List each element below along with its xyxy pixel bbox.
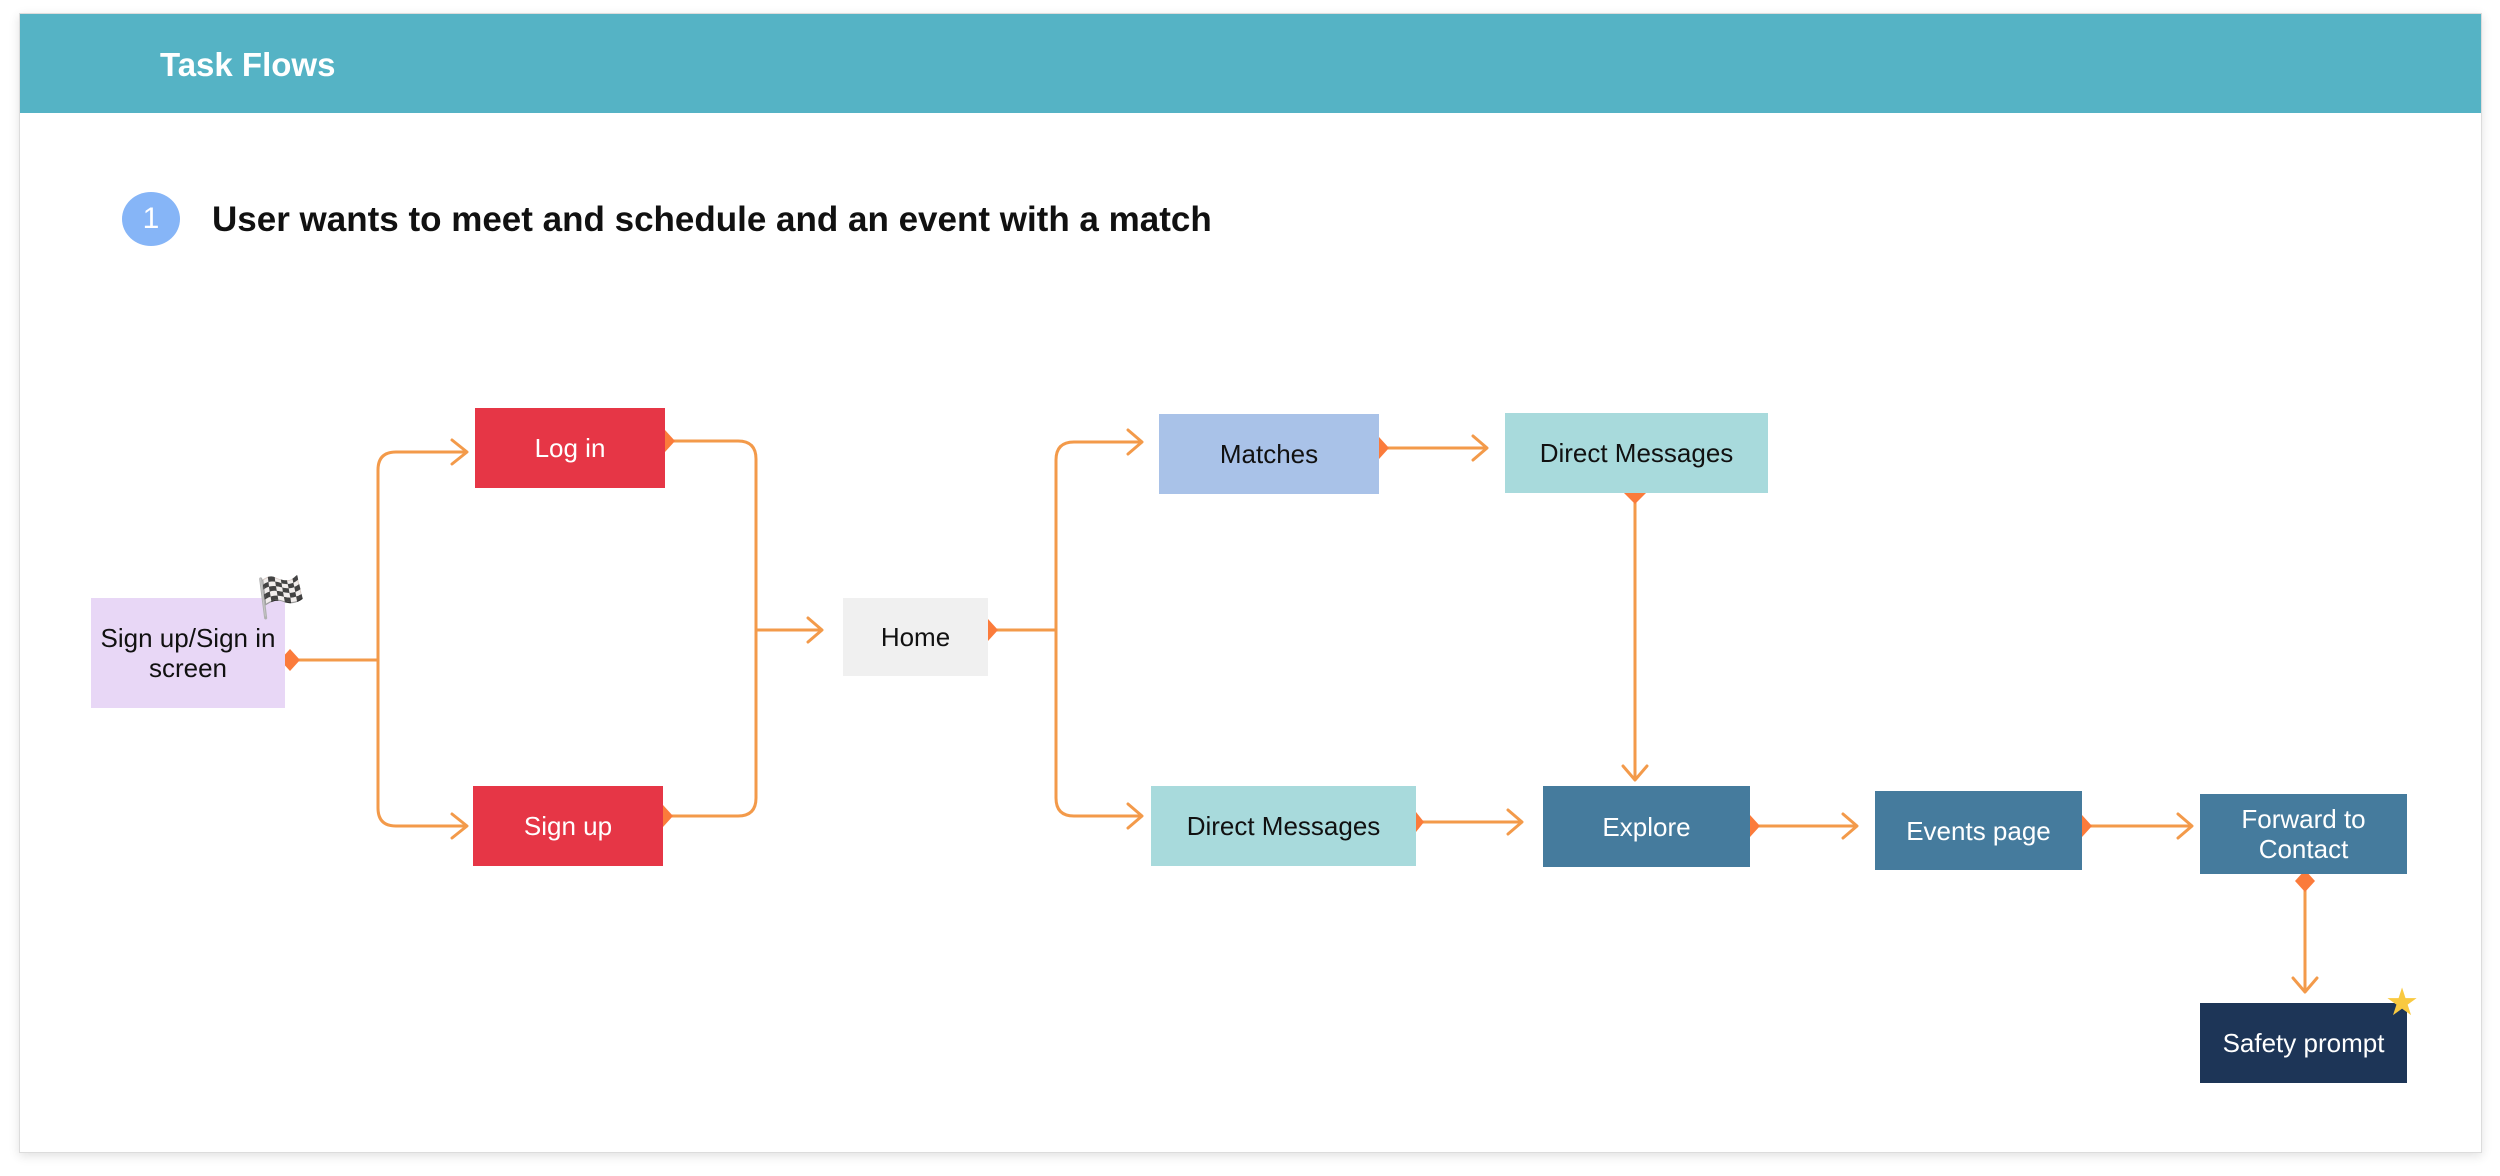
star-icon: ★ <box>2385 982 2420 1024</box>
checkered-flag-icon: 🏁 <box>256 576 306 620</box>
node-log-in[interactable]: Log in <box>475 408 665 488</box>
connector-home-dm <box>1054 628 1142 818</box>
node-forward-to-contact[interactable]: Forward to Contact <box>2200 794 2407 874</box>
node-explore[interactable]: Explore <box>1543 786 1750 867</box>
connector-login-home <box>668 439 758 818</box>
node-matches[interactable]: Matches <box>1159 414 1379 494</box>
connector-start-login <box>288 450 467 662</box>
node-safety-prompt[interactable]: Safety prompt <box>2200 1003 2407 1083</box>
node-direct-messages-top[interactable]: Direct Messages <box>1505 413 1768 493</box>
connector-start-signup <box>376 658 467 828</box>
connectors <box>280 428 2319 994</box>
node-direct-messages-bottom[interactable]: Direct Messages <box>1151 786 1416 866</box>
node-home[interactable]: Home <box>843 598 988 676</box>
node-events-page[interactable]: Events page <box>1875 791 2082 870</box>
connector-home-matches <box>990 440 1142 632</box>
node-sign-up[interactable]: Sign up <box>473 786 663 866</box>
